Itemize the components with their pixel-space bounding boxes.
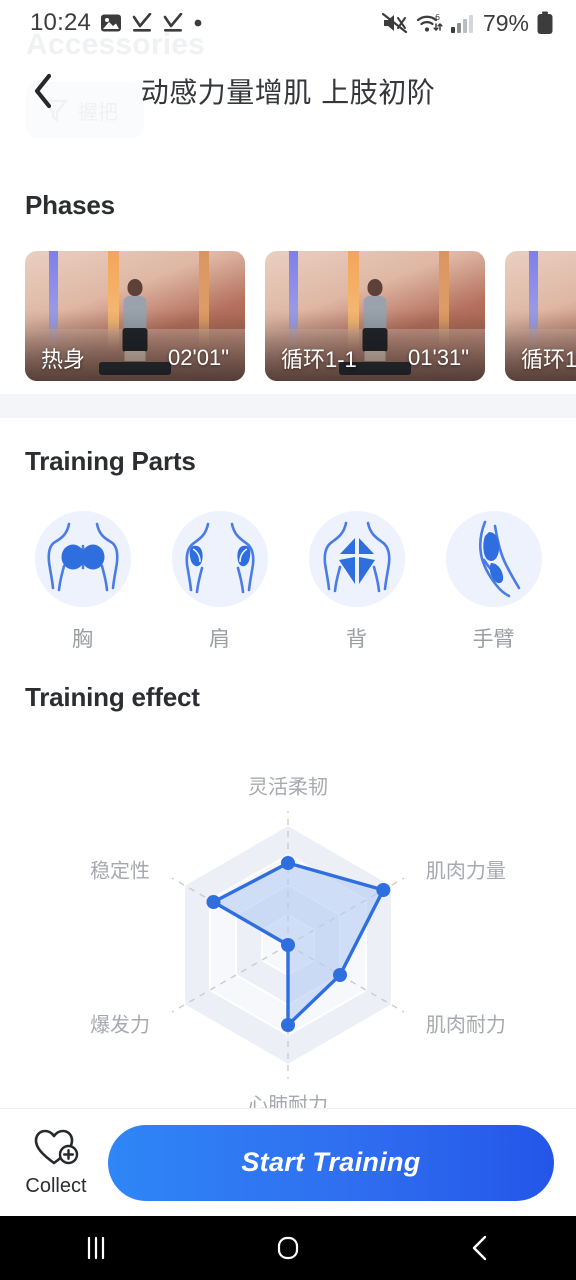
wifi-icon: 6 [416,13,443,32]
radar-axis-label: 爆发力 [90,1014,151,1037]
start-training-label: Start Training [241,1147,421,1177]
page-title: 动感力量增肌 上肢初阶 [140,76,436,109]
dot-icon [194,19,202,27]
phase-card[interactable]: 循环1-1 01'31" [265,251,485,381]
training-part-chest[interactable]: 胸 [34,511,131,653]
battery-percent: 79% [482,9,529,36]
back-icon [472,1235,487,1261]
phase-card[interactable]: 循环1-2 [505,251,576,381]
radar-point [206,895,221,909]
signal-icon [450,15,473,33]
phase-meta: 热身 02'01" [25,335,245,381]
download-complete-icon-2 [163,12,183,32]
radar-point [333,968,347,982]
training-parts-section: Training Parts 胸 肩 背 手臂 [0,446,576,653]
radar-chart: 灵活柔韧 肌肉力量 肌肉耐力 心肺耐力 爆发力 稳定性 [0,719,576,1117]
app-screen: Accessories 握把 10:24 6 79% 动感力量增肌 上肢初阶 P… [0,0,576,1280]
home-icon [277,1236,299,1260]
phases-scroller[interactable]: 热身 02'01" 循环1-1 01'31" 循环1 [0,251,576,381]
radar-axis-label: 稳定性 [90,860,151,883]
home-button[interactable] [233,1216,343,1280]
training-part-back[interactable]: 背 [308,511,405,653]
phase-meta: 循环1-1 01'31" [265,335,485,381]
part-icon-circle [445,511,542,607]
training-parts-row: 胸 肩 背 手臂 [0,511,576,653]
part-label: 背 [346,628,367,651]
phase-name: 热身 [41,347,86,372]
phase-card[interactable]: 热身 02'01" [25,251,245,381]
chest-muscle-icon [46,522,119,592]
training-part-shoulder[interactable]: 肩 [171,511,268,653]
part-label: 胸 [72,628,93,651]
arm-muscle-icon [478,520,520,598]
collect-label: Collect [25,1175,87,1197]
training-parts-heading: Training Parts [25,446,196,476]
radar-point [376,883,391,897]
part-icon-circle [34,511,131,607]
svg-text:6: 6 [435,13,440,22]
phase-meta: 循环1-2 [505,335,576,381]
radar-axis-label: 灵活柔韧 [248,776,328,799]
phases-heading: Phases [25,190,115,220]
recents-button[interactable] [41,1216,151,1280]
radar-point [281,856,295,870]
back-muscle-icon [322,521,391,593]
recents-icon [87,1236,105,1260]
phase-name: 循环1-1 [281,347,357,372]
training-part-arm[interactable]: 手臂 [445,511,542,653]
radar-point [281,1018,295,1032]
download-complete-icon [132,12,152,32]
status-bar: 10:24 6 79% [0,0,576,46]
bottom-action-bar: Collect Start Training [0,1108,576,1216]
image-icon [101,14,122,32]
part-icon-circle [171,511,268,607]
phase-name: 循环1-2 [521,347,576,372]
part-label: 肩 [209,628,230,651]
radar-axis-label: 肌肉力量 [425,860,506,883]
status-bar-right: 6 79% [381,9,554,37]
shoulder-muscle-icon [184,522,255,594]
app-header: 动感力量增肌 上肢初阶 [0,56,576,126]
phases-section: Phases 热身 02'01" 循环1-1 01'31" 循环1 [0,190,576,381]
training-effect-heading: Training effect [25,682,200,712]
battery-icon [537,11,553,34]
status-time: 10:24 [30,9,92,36]
radar-axis-label: 肌肉耐力 [425,1014,506,1037]
radar-point [281,938,295,952]
android-nav-bar [0,1216,576,1280]
status-bar-left: 10:24 [30,9,203,37]
mute-icon [381,12,408,34]
collect-button[interactable]: Collect [4,1127,108,1198]
phase-duration: 02'01" [168,345,229,370]
part-label: 手臂 [472,628,515,651]
heart-plus-icon [34,1129,79,1165]
start-training-button[interactable]: Start Training [108,1124,554,1201]
section-divider [0,394,576,418]
phase-duration: 01'31" [408,345,469,370]
part-icon-circle [308,511,405,607]
training-effect-section: Training effect 灵活柔韧 肌肉力量 肌肉耐力 心肺耐力 爆发力 稳定性 [0,682,576,1117]
nav-back-button[interactable] [425,1216,535,1280]
